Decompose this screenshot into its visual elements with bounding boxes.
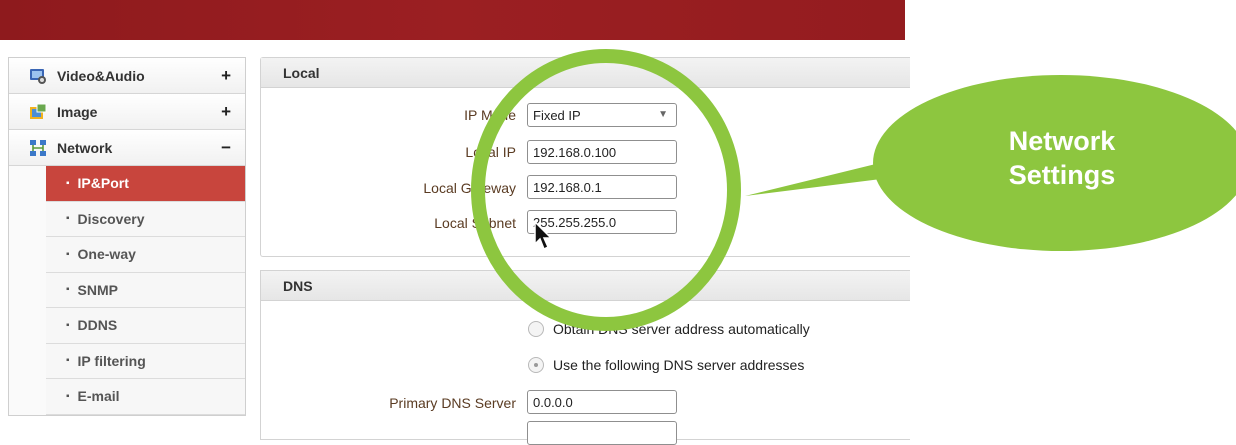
sidebar-item-email[interactable]: ▪ E-mail	[46, 379, 245, 415]
dropdown-arrow-icon: ▼	[658, 109, 668, 120]
sidebar-item-label: One-way	[77, 246, 136, 263]
primary-dns-value: 0.0.0.0	[533, 394, 573, 410]
bullet-icon: ▪	[66, 390, 70, 402]
bullet-icon: ▪	[66, 355, 70, 367]
sidebar-item-label: Discovery	[77, 210, 145, 227]
callout-line-2: Settings	[1008, 160, 1116, 190]
sidebar-item-label: IP filtering	[77, 352, 146, 369]
image-icon	[29, 103, 47, 121]
collapse-minus-icon[interactable]: −	[221, 138, 231, 158]
menu-image-label: Image	[57, 103, 98, 120]
dns-auto-label: Obtain DNS server address automatically	[553, 321, 810, 337]
network-icon	[29, 139, 47, 157]
sidebar: Video&Audio + Image + Network − ▪ IP&Port	[8, 57, 246, 416]
video-audio-icon	[29, 67, 47, 85]
dns-panel-title: DNS	[261, 271, 910, 301]
menu-video-audio[interactable]: Video&Audio +	[9, 58, 245, 94]
dns-auto-radio[interactable]	[528, 321, 544, 337]
dns-manual-label: Use the following DNS server addresses	[553, 357, 805, 373]
ip-mode-value: Fixed IP	[533, 107, 581, 123]
local-ip-value: 192.168.0.100	[533, 144, 617, 160]
sidebar-item-ip-port[interactable]: ▪ IP&Port	[46, 166, 245, 202]
local-gateway-value: 192.168.0.1	[533, 179, 602, 195]
callout-line-1: Network	[1008, 126, 1116, 156]
top-banner	[0, 0, 905, 40]
sidebar-item-discovery[interactable]: ▪ Discovery	[46, 201, 245, 237]
dns-manual-radio[interactable]	[528, 357, 544, 373]
dns-panel: DNS	[260, 270, 910, 440]
sidebar-item-snmp[interactable]: ▪ SNMP	[46, 272, 245, 308]
menu-network[interactable]: Network −	[9, 130, 245, 166]
bullet-icon: ▪	[66, 284, 70, 296]
local-ip-label: Local IP	[465, 144, 516, 160]
sidebar-item-label: E-mail	[77, 388, 120, 405]
local-subnet-input[interactable]: 255.255.255.0	[527, 210, 677, 234]
bullet-icon: ▪	[66, 213, 70, 225]
bullet-icon: ▪	[66, 248, 70, 260]
primary-dns-label: Primary DNS Server	[389, 395, 516, 411]
primary-dns-input[interactable]: 0.0.0.0	[527, 390, 677, 414]
sidebar-item-ddns[interactable]: ▪ DDNS	[46, 308, 245, 344]
sidebar-item-ip-filtering[interactable]: ▪ IP filtering	[46, 343, 245, 379]
sidebar-item-label: DDNS	[77, 317, 118, 334]
expand-plus-icon[interactable]: +	[221, 102, 231, 122]
callout-text: Network Settings	[952, 124, 1172, 192]
bullet-icon: ▪	[66, 319, 70, 331]
menu-image[interactable]: Image +	[9, 94, 245, 130]
sidebar-item-label: SNMP	[77, 281, 118, 298]
sidebar-item-one-way[interactable]: ▪ One-way	[46, 237, 245, 273]
ip-mode-select[interactable]: Fixed IP ▼	[527, 103, 677, 127]
expand-plus-icon[interactable]: +	[221, 66, 231, 86]
local-gateway-label: Local Gateway	[423, 180, 516, 196]
local-ip-input[interactable]: 192.168.0.100	[527, 140, 677, 164]
local-subnet-label: Local Subnet	[434, 215, 516, 231]
bullet-icon: ▪	[66, 177, 70, 189]
local-subnet-value: 255.255.255.0	[533, 214, 617, 230]
local-panel-title: Local	[261, 58, 910, 88]
menu-network-label: Network	[57, 139, 113, 156]
ip-mode-label: IP Mode	[464, 107, 516, 123]
local-gateway-input[interactable]: 192.168.0.1	[527, 175, 677, 199]
sidebar-item-label: IP&Port	[77, 175, 129, 192]
menu-video-audio-label: Video&Audio	[57, 67, 145, 84]
